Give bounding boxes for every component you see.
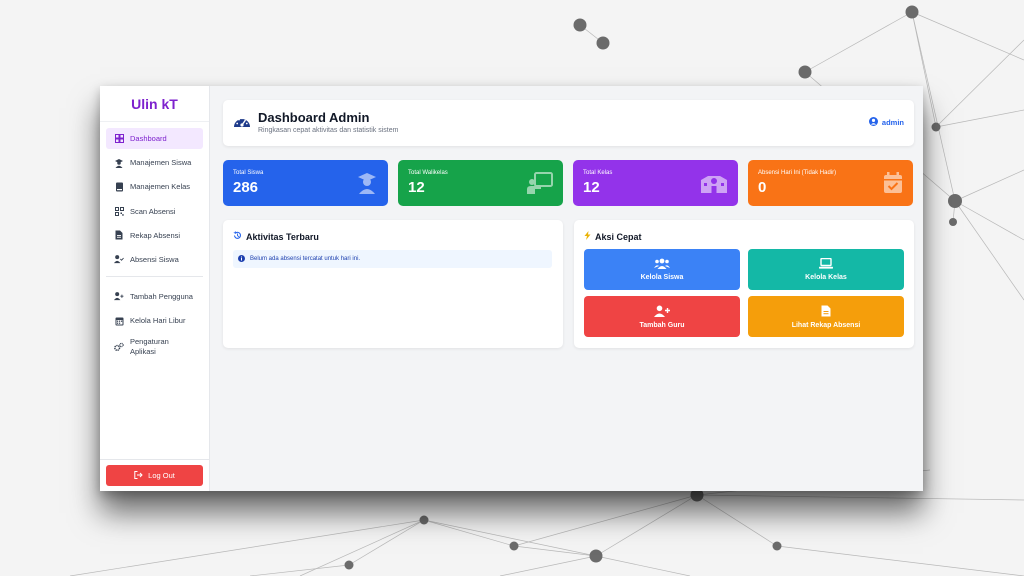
logout-button[interactable]: Log Out — [106, 465, 203, 486]
stat-label: Total Walikelas — [408, 170, 448, 176]
kelola-kelas-button[interactable]: Kelola Kelas — [748, 249, 904, 290]
calendar-icon — [114, 316, 124, 326]
empty-activity-text: Belum ada absensi tercatat untuk hari in… — [250, 256, 361, 262]
user-check-icon — [114, 254, 124, 264]
stat-card-total-siswa: Total Siswa 286 — [223, 160, 388, 206]
sidebar-divider — [106, 275, 203, 277]
logout-icon — [134, 470, 143, 481]
user-menu[interactable]: admin — [868, 117, 904, 128]
page-title: Dashboard Admin — [258, 110, 370, 125]
history-icon — [233, 231, 242, 242]
sidebar-item-label: Rekap Absensi — [130, 230, 181, 240]
sidebar-item-pengaturan-aplikasi[interactable]: Pengaturan Aplikasi — [106, 334, 203, 360]
main-content: Dashboard Admin Ringkasan cepat aktivita… — [210, 86, 923, 491]
user-name: admin — [881, 118, 904, 127]
sidebar: Ulin kT Dashboard Manajemen Siswa Manaje… — [100, 86, 210, 491]
sidebar-item-label: Pengaturan Aplikasi — [130, 337, 169, 357]
stat-value: 286 — [233, 179, 259, 196]
lihat-rekap-absensi-button[interactable]: Lihat Rekap Absensi — [748, 296, 904, 337]
stat-label: Total Siswa — [233, 170, 264, 176]
button-label: Lihat Rekap Absensi — [791, 321, 861, 329]
quick-actions-card: Aksi Cepat Kelola Siswa Kelola Kelas Tam… — [574, 220, 914, 348]
sidebar-item-manajemen-kelas[interactable]: Manajemen Kelas — [106, 176, 203, 197]
card-title: Aktivitas Terbaru — [233, 231, 319, 242]
user-plus-icon — [114, 291, 124, 301]
app-window: Ulin kT Dashboard Manajemen Siswa Manaje… — [100, 86, 923, 491]
laptop-icon — [819, 257, 833, 271]
teacher-board-icon — [527, 172, 553, 199]
recent-activity-card: Aktivitas Terbaru Belum ada absensi terc… — [223, 220, 563, 348]
user-circle-icon — [868, 117, 878, 128]
sidebar-item-label: Manajemen Siswa — [130, 158, 192, 168]
sidebar-item-dashboard[interactable]: Dashboard — [106, 128, 203, 149]
student-icon — [114, 158, 124, 168]
sidebar-nav: Dashboard Manajemen Siswa Manajemen Kela… — [100, 122, 209, 360]
stat-value: 12 — [583, 179, 600, 196]
gears-icon — [114, 342, 124, 352]
info-icon — [238, 254, 245, 264]
dashboard-icon — [114, 134, 124, 144]
card-title-text: Aktivitas Terbaru — [246, 231, 319, 242]
card-title-text: Aksi Cepat — [595, 231, 642, 242]
user-plus-icon — [654, 305, 670, 319]
sidebar-item-label: Tambah Pengguna — [130, 291, 193, 301]
file-icon — [821, 305, 831, 319]
sidebar-item-label: Scan Absensi — [130, 206, 176, 216]
page-header: Dashboard Admin Ringkasan cepat aktivita… — [223, 100, 914, 146]
stat-card-total-kelas: Total Kelas 12 — [573, 160, 738, 206]
button-label: Kelola Kelas — [805, 274, 847, 281]
stat-label: Total Kelas — [583, 170, 613, 176]
button-label: Tambah Guru — [639, 321, 685, 329]
sidebar-item-label: Manajemen Kelas — [130, 182, 191, 192]
empty-activity-alert: Belum ada absensi tercatat untuk hari in… — [233, 250, 552, 268]
graduate-icon — [356, 172, 378, 199]
book-icon — [114, 182, 124, 192]
logout-label: Log Out — [148, 471, 175, 480]
stat-card-absensi-hari-ini: Absensi Hari Ini (Tidak Hadir) 0 — [748, 160, 913, 206]
sidebar-item-rekap-absensi[interactable]: Rekap Absensi — [106, 225, 203, 246]
card-title: Aksi Cepat — [584, 231, 642, 242]
kelola-siswa-button[interactable]: Kelola Siswa — [584, 249, 740, 290]
stat-card-total-walikelas: Total Walikelas 12 — [398, 160, 563, 206]
sidebar-item-kelola-hari-libur[interactable]: Kelola Hari Libur — [106, 310, 203, 331]
file-icon — [114, 230, 124, 240]
sidebar-item-absensi-siswa[interactable]: Absensi Siswa — [106, 249, 203, 270]
sidebar-item-label: Dashboard — [130, 134, 167, 143]
sidebar-item-manajemen-siswa[interactable]: Manajemen Siswa — [106, 152, 203, 173]
lightning-icon — [584, 231, 591, 242]
school-icon — [700, 172, 728, 199]
calendar-check-icon — [883, 172, 903, 199]
logout-area: Log Out — [100, 459, 209, 491]
tambah-guru-button[interactable]: Tambah Guru — [584, 296, 740, 337]
stat-value: 0 — [758, 179, 767, 196]
sidebar-item-label: Absensi Siswa — [130, 254, 179, 264]
sidebar-item-tambah-pengguna[interactable]: Tambah Pengguna — [106, 286, 203, 307]
sidebar-item-label: Kelola Hari Libur — [130, 316, 186, 326]
speedometer-icon — [233, 114, 251, 134]
stat-label: Absensi Hari Ini (Tidak Hadir) — [758, 170, 837, 176]
page-subtitle: Ringkasan cepat aktivitas dan statistik … — [258, 127, 399, 134]
users-icon — [654, 258, 670, 271]
button-label: Kelola Siswa — [640, 274, 684, 281]
stat-value: 12 — [408, 179, 425, 196]
brand-title: Ulin kT — [100, 86, 209, 122]
qrcode-icon — [114, 206, 124, 216]
sidebar-item-scan-absensi[interactable]: Scan Absensi — [106, 201, 203, 222]
